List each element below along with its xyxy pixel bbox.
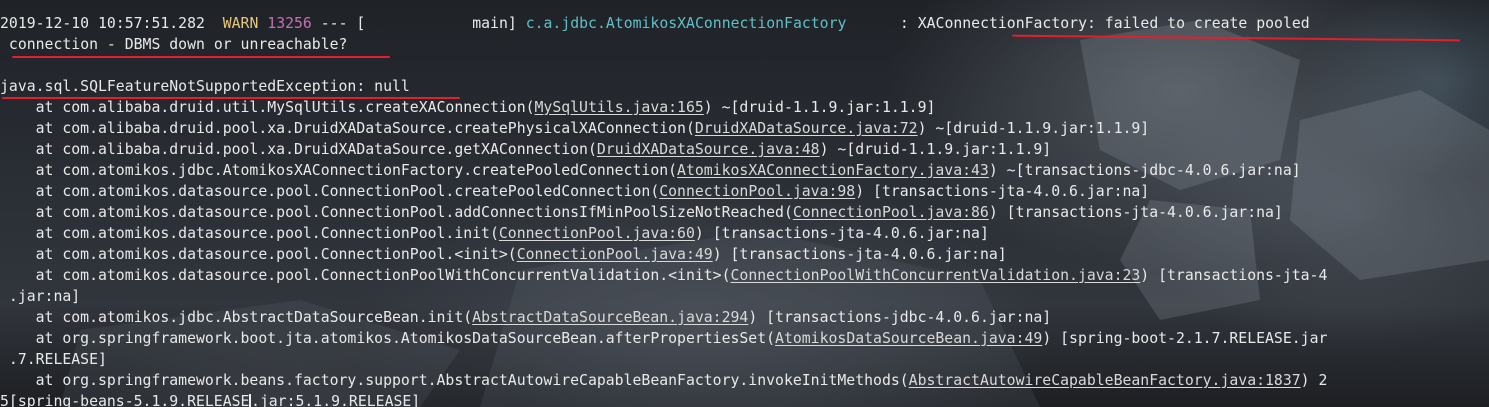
stack-frame-text: .7.RELEASE] bbox=[0, 351, 107, 368]
stack-frame-text: at com.alibaba.druid.util.MySqlUtils.cre… bbox=[0, 99, 535, 116]
source-file-link[interactable]: ConnectionPool.java:60 bbox=[499, 225, 695, 242]
stack-frame-jar: ) [transactions-jta-4.0.6.jar:na] bbox=[855, 183, 1150, 200]
stack-frame-jar: ) [transactions-jta-4.0.6.jar:na] bbox=[712, 246, 1007, 263]
terminal-window[interactable]: 2019-12-10 10:57:51.282 WARN 13256 --- [… bbox=[0, 0, 1489, 407]
stack-frame-jar: ) ~[druid-1.1.9.jar:1.1.9] bbox=[917, 120, 1150, 137]
stack-frame-line: at org.springframework.beans.factory.sup… bbox=[0, 370, 1328, 391]
source-file-link[interactable]: ConnectionPool.java:49 bbox=[517, 246, 713, 263]
stack-frame-jar: ) [transactions-jta-4.0.6.jar:na] bbox=[694, 225, 989, 242]
stack-frame-line: at com.alibaba.druid.util.MySqlUtils.cre… bbox=[0, 97, 936, 118]
source-file-link[interactable]: MySqlUtils.java:165 bbox=[535, 99, 704, 116]
stack-frame-line: at com.atomikos.datasource.pool.Connecti… bbox=[0, 244, 1007, 265]
log-logger: c.a.jdbc.AtomikosXAConnectionFactory bbox=[525, 15, 847, 32]
stack-frame-text: at com.atomikos.datasource.pool.Connecti… bbox=[0, 204, 793, 221]
exception-text: java.sql.SQLFeatureNotSupportedException… bbox=[0, 78, 410, 95]
stack-frame-line: at com.alibaba.druid.pool.xa.DruidXAData… bbox=[0, 139, 1052, 160]
stack-frame-text: at com.atomikos.datasource.pool.Connecti… bbox=[0, 183, 660, 200]
log-colon: : bbox=[899, 15, 909, 32]
stack-frame-line: at org.springframework.boot.jta.atomikos… bbox=[0, 328, 1328, 349]
log-thread: [ main] bbox=[356, 15, 517, 32]
log-separator: --- bbox=[320, 15, 348, 32]
stack-frame-line: at com.atomikos.jdbc.AbstractDataSourceB… bbox=[0, 307, 1052, 328]
stack-frame-jar: ) ~[druid-1.1.9.jar:1.1.9] bbox=[819, 141, 1052, 158]
log-timestamp: 2019-12-10 10:57:51.282 bbox=[0, 15, 205, 32]
source-file-link[interactable]: ConnectionPoolWithConcurrentValidation.j… bbox=[731, 267, 1141, 284]
last-line-text-after: .jar:5.1.9.RELEASE] bbox=[250, 393, 421, 407]
stack-frame-text: at com.atomikos.jdbc.AtomikosXAConnectio… bbox=[0, 162, 678, 179]
source-file-link[interactable]: ConnectionPool.java:98 bbox=[659, 183, 855, 200]
exception-line: java.sql.SQLFeatureNotSupportedException… bbox=[0, 76, 410, 97]
log-message-part2: connection - DBMS down or unreachable? bbox=[8, 36, 348, 53]
stack-frame-text: at com.atomikos.jdbc.AbstractDataSourceB… bbox=[0, 309, 473, 326]
stack-frame-jar: ) [spring-boot-2.1.7.RELEASE.jar bbox=[1042, 330, 1328, 347]
stack-frame-line: at com.alibaba.druid.pool.xa.DruidXAData… bbox=[0, 118, 1150, 139]
stack-frame-jar: ) [transactions-jdbc-4.0.6.jar:na] bbox=[748, 309, 1052, 326]
stack-frame-text: .jar:na] bbox=[0, 288, 81, 305]
stack-frame-text: at com.atomikos.datasource.pool.Connecti… bbox=[0, 246, 517, 263]
source-file-link[interactable]: AbstractDataSourceBean.java:294 bbox=[472, 309, 748, 326]
stack-frame-jar: ) ~[transactions-jdbc-4.0.6.jar:na] bbox=[988, 162, 1301, 179]
annotation-underline-message-cont bbox=[12, 56, 390, 58]
stack-frame-line: at com.atomikos.datasource.pool.Connecti… bbox=[0, 265, 1328, 286]
source-file-link[interactable]: DruidXADataSource.java:72 bbox=[695, 120, 918, 137]
stack-frame-line: .7.RELEASE] bbox=[0, 349, 107, 370]
last-line-text-before: 5[spring-beans-5.1.9.RELEASE bbox=[0, 393, 250, 407]
stack-frame-line: at com.atomikos.datasource.pool.Connecti… bbox=[0, 223, 989, 244]
last-line: 5[spring-beans-5.1.9.RELEASE .jar:5.1.9.R… bbox=[0, 391, 420, 407]
stack-frame-text: at org.springframework.boot.jta.atomikos… bbox=[0, 330, 776, 347]
log-pid: 13256 bbox=[267, 15, 312, 32]
stack-frame-text: at com.atomikos.datasource.pool.Connecti… bbox=[0, 267, 731, 284]
stack-frame-text: at org.springframework.beans.factory.sup… bbox=[0, 372, 909, 389]
stack-frame-text: at com.alibaba.druid.pool.xa.DruidXAData… bbox=[0, 120, 695, 137]
stack-frame-jar: ) [transactions-jta-4.0.6.jar:na] bbox=[988, 204, 1283, 221]
annotation-underline-message bbox=[1012, 34, 1460, 42]
stack-frame-line: .jar:na] bbox=[0, 286, 80, 307]
source-file-link[interactable]: DruidXADataSource.java:48 bbox=[597, 141, 820, 158]
source-file-link[interactable]: AtomikosXAConnectionFactory.java:43 bbox=[677, 162, 989, 179]
stack-frame-line: at com.atomikos.datasource.pool.Connecti… bbox=[0, 202, 1283, 223]
log-message-part1: XAConnectionFactory: failed to create po… bbox=[917, 15, 1310, 32]
stack-frame-line: at com.atomikos.datasource.pool.Connecti… bbox=[0, 181, 1150, 202]
stack-frame-jar: ) 2 bbox=[1300, 372, 1328, 389]
stack-frame-text: at com.atomikos.datasource.pool.Connecti… bbox=[0, 225, 499, 242]
stack-frame-jar: ) [transactions-jta-4 bbox=[1140, 267, 1328, 284]
source-file-link[interactable]: ConnectionPool.java:86 bbox=[793, 204, 989, 221]
source-file-link[interactable]: AtomikosDataSourceBean.java:49 bbox=[775, 330, 1042, 347]
annotation-underline-exception bbox=[2, 97, 460, 99]
log-message-continuation: connection - DBMS down or unreachable? bbox=[0, 34, 348, 55]
log-header-line: 2019-12-10 10:57:51.282 WARN 13256 --- [… bbox=[0, 13, 1310, 34]
source-file-link[interactable]: AbstractAutowireCapableBeanFactory.java:… bbox=[909, 372, 1301, 389]
stack-frame-text: at com.alibaba.druid.pool.xa.DruidXAData… bbox=[0, 141, 597, 158]
log-level: WARN bbox=[222, 15, 259, 32]
stack-frame-line: at com.atomikos.jdbc.AtomikosXAConnectio… bbox=[0, 160, 1301, 181]
stack-frame-jar: ) ~[druid-1.1.9.jar:1.1.9] bbox=[703, 99, 936, 116]
